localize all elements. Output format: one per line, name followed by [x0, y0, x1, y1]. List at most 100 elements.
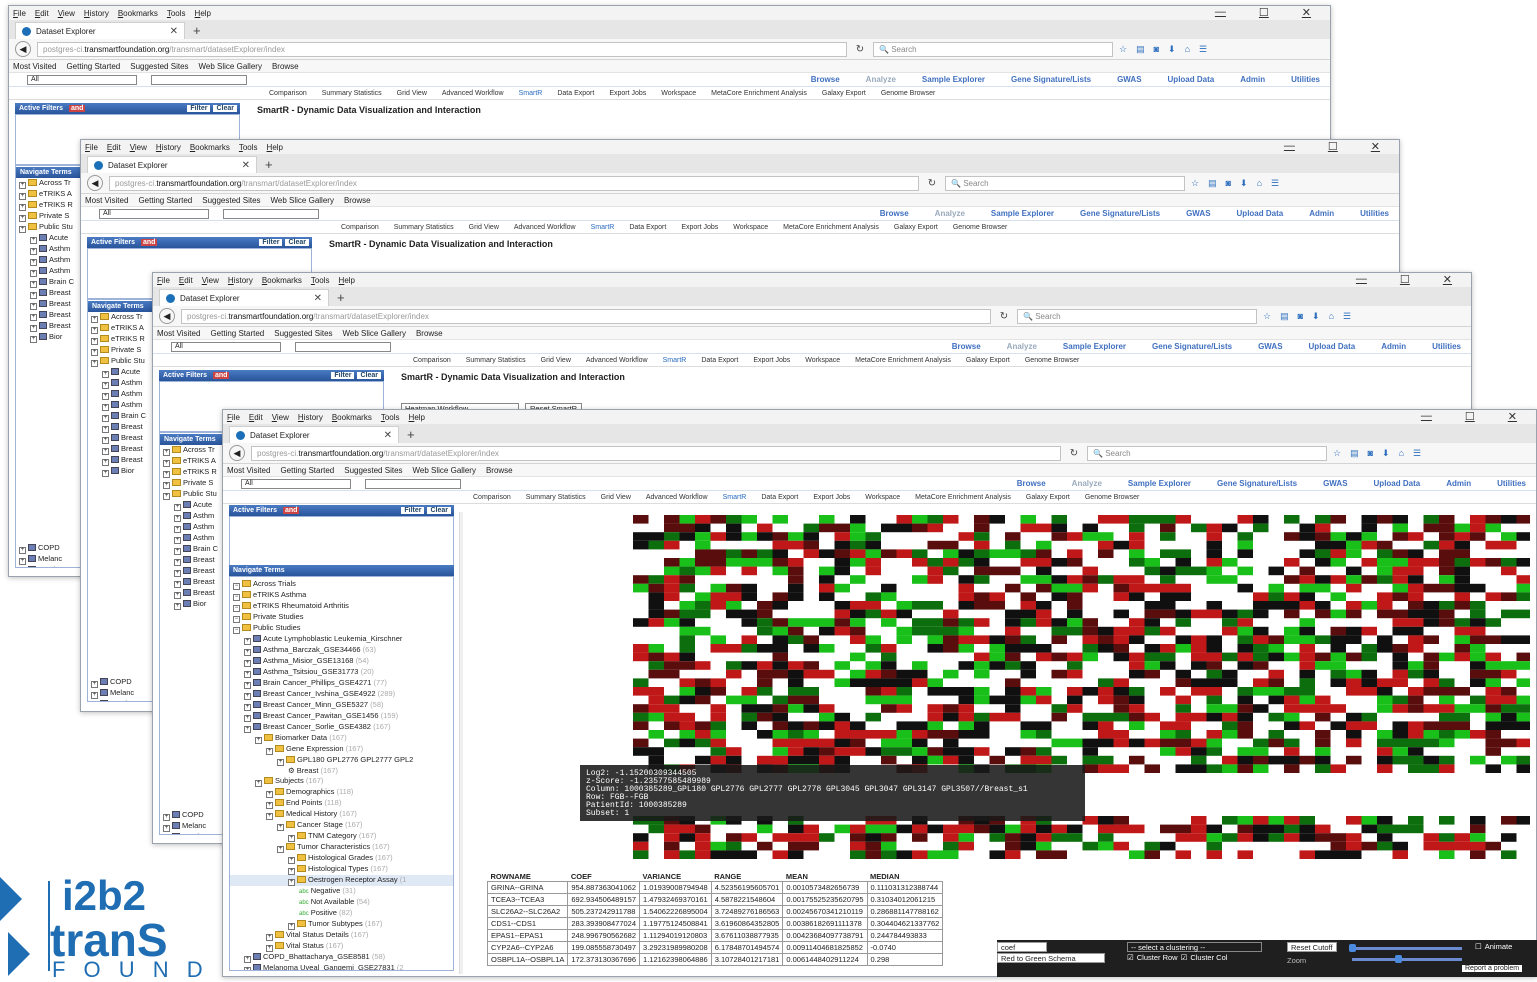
tree-node[interactable]: + COPD [16, 543, 84, 554]
animate-checkbox[interactable]: ☐ [1475, 942, 1482, 951]
heatmap-cell[interactable] [648, 575, 665, 584]
heatmap-cell[interactable] [664, 850, 680, 859]
heatmap-cell[interactable] [927, 824, 944, 834]
menu-item-history[interactable]: History [298, 413, 323, 422]
heatmap-cell[interactable] [1129, 755, 1145, 765]
heatmap-cell[interactable] [664, 575, 680, 584]
heatmap-cell[interactable] [1485, 618, 1502, 627]
heatmap-cell[interactable] [1129, 738, 1145, 748]
heatmap-cell[interactable] [772, 515, 789, 524]
heatmap-cell[interactable] [633, 618, 649, 627]
heatmap-cell[interactable] [1315, 532, 1331, 541]
heatmap-cell[interactable] [1361, 523, 1378, 533]
heatmap-cell[interactable] [788, 661, 804, 670]
heatmap-cell[interactable] [1160, 730, 1176, 739]
heatmap-cell[interactable] [1020, 833, 1037, 842]
heatmap-cell[interactable] [1082, 644, 1099, 653]
heatmap-cell[interactable] [958, 721, 975, 730]
heatmap-cell[interactable] [1036, 841, 1052, 851]
heatmap-cell[interactable] [1160, 661, 1176, 670]
tree-node[interactable]: + Asthma_Misior_GSE13168 (54) [230, 656, 453, 667]
heatmap-cell[interactable] [1284, 609, 1300, 619]
heatmap-cell[interactable] [1160, 652, 1176, 662]
heatmap-cell[interactable] [1253, 652, 1269, 662]
heatmap-cell[interactable] [741, 644, 758, 653]
heatmap-cell[interactable] [1501, 592, 1517, 601]
heatmap-cell[interactable] [633, 583, 649, 593]
tab-export-jobs[interactable]: Export Jobs [813, 494, 850, 501]
tree-node[interactable]: +Psoriac [88, 699, 156, 701]
heatmap-cell[interactable] [710, 687, 727, 696]
tab-workspace[interactable]: Workspace [733, 224, 768, 231]
heatmap-cell[interactable] [1392, 583, 1409, 593]
tab-workspace[interactable]: Workspace [661, 90, 696, 97]
heatmap-cell[interactable] [710, 704, 727, 713]
heatmap-cell[interactable] [1113, 738, 1130, 748]
heatmap-cell[interactable] [850, 609, 866, 619]
heatmap-cell[interactable] [1392, 618, 1409, 627]
heatmap-cell[interactable] [1036, 695, 1052, 705]
heatmap-cell[interactable] [912, 669, 928, 679]
heatmap-cell[interactable] [1129, 695, 1145, 705]
heatmap-cell[interactable] [1439, 515, 1455, 524]
heatmap-cell[interactable] [1113, 764, 1130, 773]
heatmap-cell[interactable] [958, 755, 975, 765]
heatmap-cell[interactable] [664, 721, 680, 730]
heatmap-cell[interactable] [1067, 575, 1083, 584]
heatmap-cell[interactable] [1222, 575, 1238, 584]
heatmap-cell[interactable] [927, 712, 944, 722]
heatmap-cell[interactable] [1036, 566, 1052, 576]
heatmap-cell[interactable] [1439, 652, 1455, 662]
heatmap-cell[interactable] [1485, 678, 1502, 687]
heatmap-cell[interactable] [850, 618, 866, 627]
star-icon[interactable]: ☆ [1333, 448, 1341, 459]
heatmap-cell[interactable] [1175, 764, 1192, 773]
heatmap-cell[interactable] [648, 712, 665, 722]
menu-item[interactable]: Tools [167, 9, 186, 18]
heatmap-cell[interactable] [1206, 635, 1223, 644]
heatmap-cell[interactable] [881, 669, 897, 679]
heatmap-cell[interactable] [1237, 747, 1254, 756]
heatmap-cell[interactable] [788, 592, 804, 601]
heatmap-cell[interactable] [1516, 764, 1531, 773]
heatmap-cell[interactable] [974, 549, 990, 558]
heatmap-cell[interactable] [927, 601, 944, 610]
heatmap-cell[interactable] [1423, 523, 1440, 533]
heatmap-cell[interactable] [1129, 592, 1145, 601]
tree-node[interactable]: + Public Stu [160, 489, 228, 500]
filter-button[interactable]: Filter [259, 239, 283, 246]
search-input[interactable]: 🔍 Search [1017, 308, 1257, 324]
heatmap-cell[interactable] [1284, 652, 1300, 662]
heatmap-cell[interactable] [1485, 687, 1502, 696]
nav-analyze[interactable]: Analyze [935, 209, 965, 218]
heatmap-cell[interactable] [648, 652, 665, 662]
heatmap-cell[interactable] [1454, 540, 1471, 550]
tree-node[interactable]: + End Points (118) [230, 798, 453, 809]
nav-gwas[interactable]: GWAS [1117, 75, 1141, 84]
tree-node[interactable]: + Asthm [160, 533, 228, 544]
heatmap-cell[interactable] [1144, 661, 1161, 670]
download-icon[interactable]: ⬇ [1382, 448, 1390, 459]
menu-item-file[interactable]: File [227, 413, 240, 422]
heatmap-cell[interactable] [803, 704, 820, 713]
heatmap-cell[interactable] [741, 687, 758, 696]
heatmap-cell[interactable] [865, 532, 882, 541]
heatmap-cell[interactable] [679, 687, 696, 696]
heatmap-cell[interactable] [834, 549, 851, 558]
heatmap-cell[interactable] [881, 755, 897, 765]
heatmap-cell[interactable] [1346, 652, 1362, 662]
heatmap-cell[interactable] [1051, 592, 1068, 601]
heatmap-cell[interactable] [1222, 669, 1238, 679]
heatmap-cell[interactable] [1005, 695, 1021, 705]
heatmap-cell[interactable] [1377, 592, 1393, 601]
heatmap-cell[interactable] [803, 687, 820, 696]
heatmap-cell[interactable] [757, 661, 773, 670]
heatmap-cell[interactable] [1144, 566, 1161, 576]
heatmap-cell[interactable] [1439, 833, 1455, 842]
heatmap-cell[interactable] [943, 540, 959, 550]
heatmap-cell[interactable] [1098, 626, 1114, 636]
heatmap-cell[interactable] [912, 515, 928, 524]
heatmap-cell[interactable] [1082, 618, 1099, 627]
heatmap-cell[interactable] [1284, 747, 1300, 756]
heatmap-cell[interactable] [1408, 747, 1424, 756]
